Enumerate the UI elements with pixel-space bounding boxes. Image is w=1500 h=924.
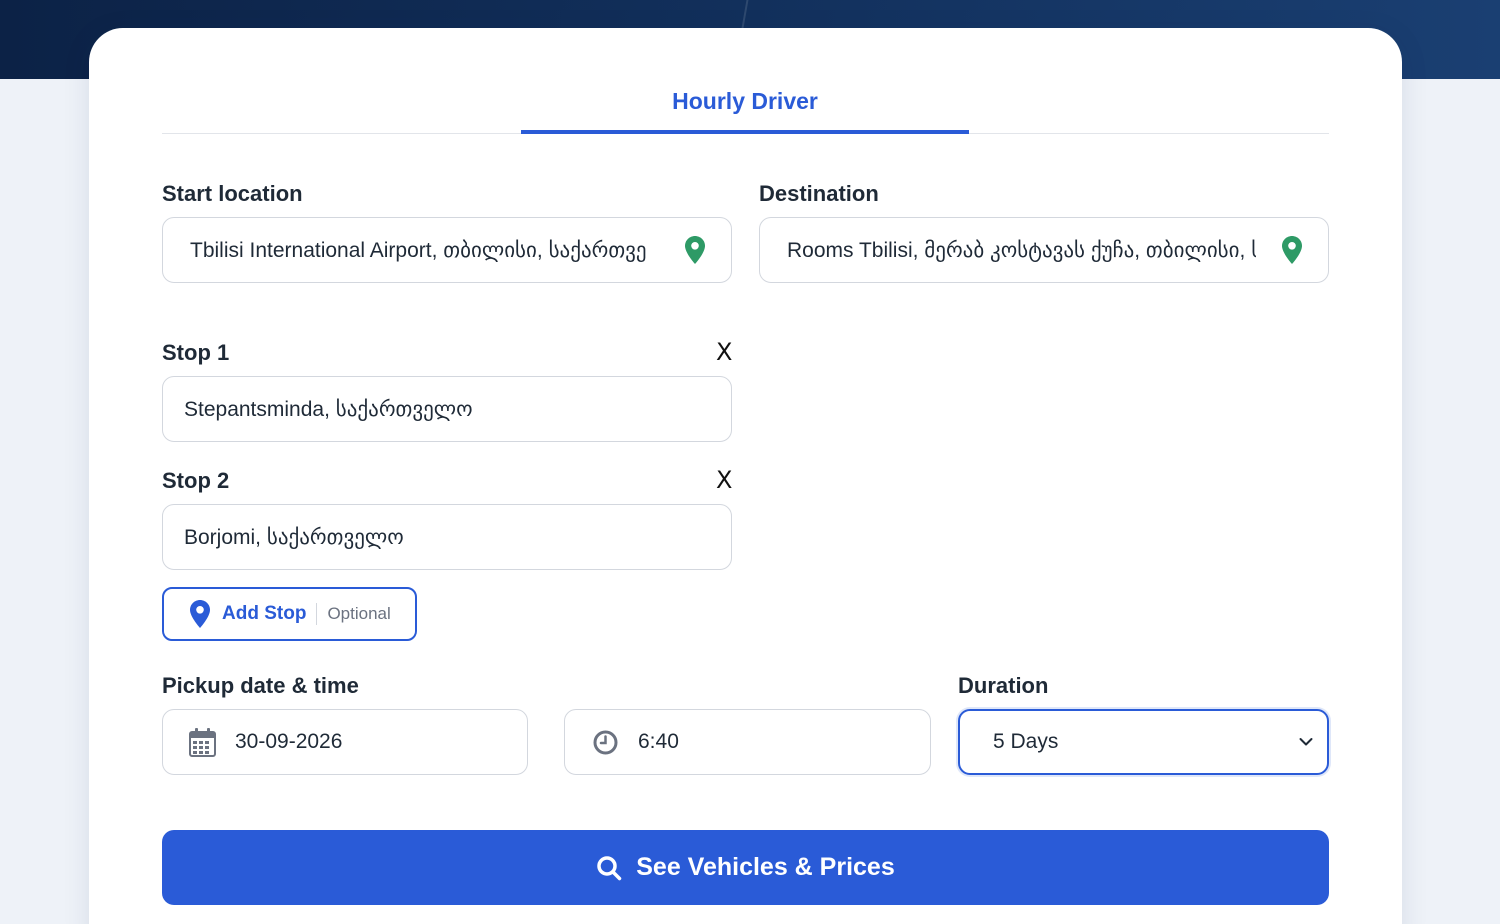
stop-1-input[interactable]: Stepantsminda, საქართველო	[162, 376, 732, 442]
destination-value: Rooms Tbilisi, მერაბ კოსტავას ქუჩა, თბილ…	[787, 238, 1256, 262]
stop-1-label: Stop 1	[162, 340, 230, 365]
stop-2-value: Borjomi, საქართველო	[184, 525, 404, 549]
tab-bar: Hourly Driver	[162, 72, 1329, 134]
pickup-time-value: 6:40	[638, 730, 679, 753]
chevron-down-icon	[1299, 738, 1313, 746]
map-pin-icon	[190, 600, 210, 628]
map-pin-icon	[685, 236, 705, 264]
duration-select[interactable]: 5 Days	[958, 709, 1329, 775]
pickup-time-input[interactable]: 6:40	[564, 709, 931, 775]
start-location-input[interactable]: Tbilisi International Airport, თბილისი, …	[162, 217, 732, 283]
stop-2-input[interactable]: Borjomi, საქართველო	[162, 504, 732, 570]
add-stop-button[interactable]: Add Stop Optional	[162, 587, 417, 641]
search-icon	[597, 855, 622, 880]
duration-value: 5 Days	[993, 730, 1059, 753]
start-location-value: Tbilisi International Airport, თბილისი, …	[190, 238, 647, 262]
remove-stop-2-button[interactable]: X	[716, 468, 732, 492]
booking-card	[89, 28, 1402, 924]
pickup-label: Pickup date & time	[162, 673, 359, 698]
divider	[316, 603, 318, 625]
destination-input[interactable]: Rooms Tbilisi, მერაბ კოსტავას ქუჩა, თბილ…	[759, 217, 1329, 283]
calendar-icon	[189, 727, 216, 757]
stop-2-label: Stop 2	[162, 468, 230, 493]
pickup-date-input[interactable]: 30-09-2026	[162, 709, 528, 775]
optional-hint: Optional	[327, 604, 391, 623]
start-location-label: Start location	[162, 181, 303, 206]
remove-stop-1-button[interactable]: X	[716, 340, 732, 364]
see-vehicles-label: See Vehicles & Prices	[636, 853, 895, 881]
clock-icon	[593, 730, 618, 754]
stop-1-value: Stepantsminda, საქართველო	[184, 397, 473, 421]
map-pin-icon	[1282, 236, 1302, 264]
destination-label: Destination	[759, 181, 879, 206]
see-vehicles-button[interactable]: See Vehicles & Prices	[162, 830, 1329, 905]
duration-label: Duration	[958, 673, 1049, 698]
add-stop-label: Add Stop	[222, 603, 307, 624]
tab-hourly-driver[interactable]: Hourly Driver	[521, 72, 969, 134]
pickup-date-value: 30-09-2026	[235, 730, 343, 753]
